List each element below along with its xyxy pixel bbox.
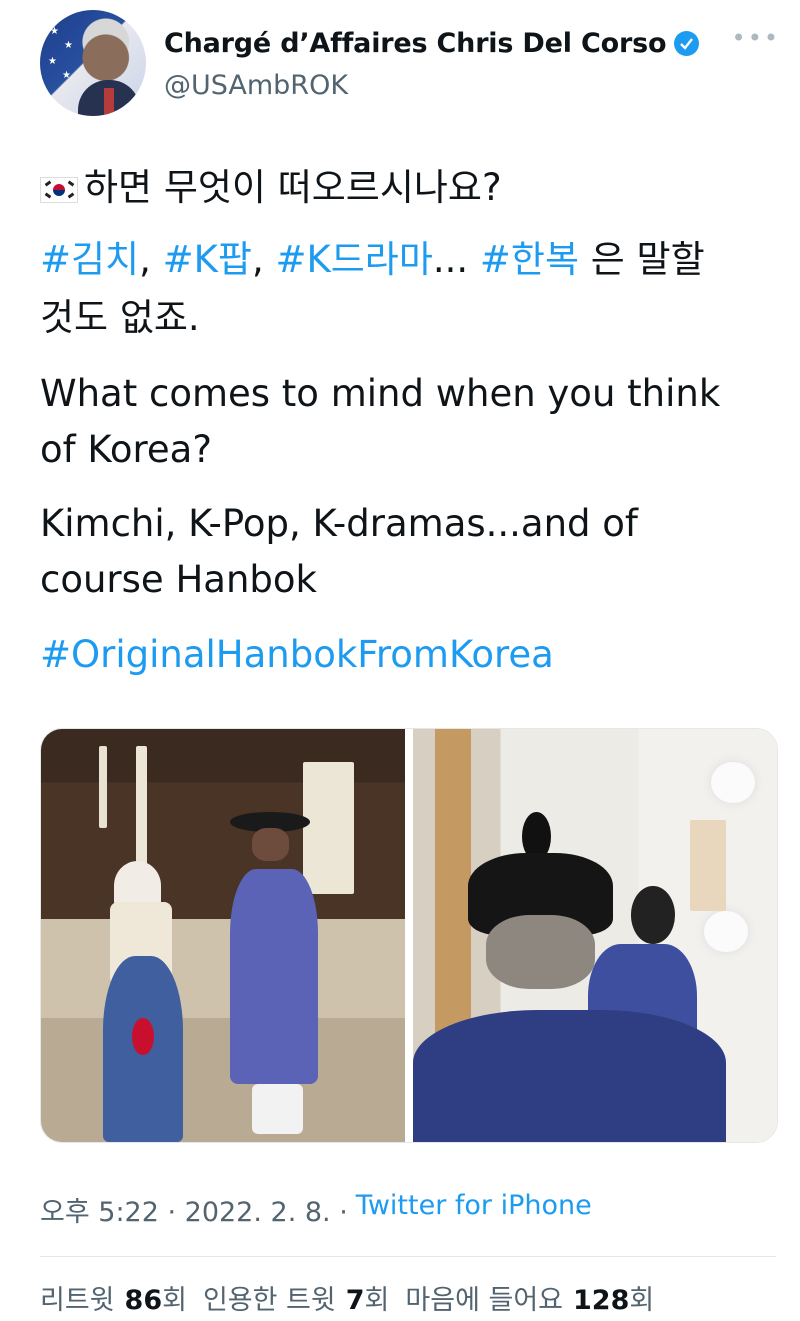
author-name[interactable]: Chargé d’Affaires Chris Del Corso [164,28,667,59]
star-icon: ★ [64,40,73,51]
hashtag-original-hanbok[interactable]: #OriginalHanbokFromKorea [40,633,554,676]
quotes-label[interactable]: 인용한 트윗 [203,1278,336,1317]
tweet-media[interactable] [40,728,778,1143]
author-avatar[interactable]: ★ ★ ★ ★ [40,10,146,116]
photo-hanbok-outdoor[interactable] [41,729,405,1142]
separator: , [139,238,163,281]
author-name-row[interactable]: Chargé d’Affaires Chris Del Corso [164,28,700,59]
hashtag-hanbok[interactable]: #한복 [480,238,579,281]
star-icon: ★ [50,26,59,37]
star-icon: ★ [62,70,71,81]
likes-label[interactable]: 마음에 들어요 [405,1278,563,1317]
retweets-suffix: 회 [162,1285,187,1316]
tweet-final-hashtag: #OriginalHanbokFromKorea [40,627,760,683]
korean-rest: 은 말할 [579,238,705,281]
photo-hanbok-mirror[interactable] [413,729,777,1142]
star-icon: ★ [48,56,57,67]
hashtag-kpop[interactable]: #K팝 [163,238,252,281]
author-handle[interactable]: @USAmbROK [164,70,348,101]
retweets-label[interactable]: 리트윗 [40,1278,115,1317]
verified-badge-icon [674,31,700,56]
korean-question: 하면 무엇이 떠오르시나요? [84,166,502,209]
tweet-header: ★ ★ ★ ★ Chargé d’Affaires Chris Del Cors… [40,10,780,120]
korea-flag-icon [40,176,78,203]
retweets-count[interactable]: 86 [125,1285,163,1316]
tweet-korean-line2: #김치, #K팝, #K드라마... #한복 은 말할 [40,232,760,288]
hashtag-kdrama[interactable]: #K드라마 [275,238,432,281]
hashtag-kimchi[interactable]: #김치 [40,238,139,281]
tweet-english-question: What comes to mind when you think of Kor… [40,372,721,471]
ellipsis: ... [432,238,480,281]
more-dots-icon[interactable]: ••• [732,24,780,52]
tweet-source[interactable]: Twitter for iPhone [356,1190,592,1229]
quotes-count[interactable]: 7 [346,1285,365,1316]
tweet-korean-line1: 하면 무엇이 떠오르시나요? [40,160,760,216]
divider [40,1256,776,1257]
tweet-stats: 리트윗 86 회 인용한 트윗 7 회 마음에 들어요 128 회 [40,1278,654,1317]
separator: , [251,238,276,281]
tweet-timestamp[interactable]: 오후 5:22 · 2022. 2. 8. · [40,1190,348,1229]
tweet-english-answer: Kimchi, K-Pop, K-dramas...and of course … [40,502,638,601]
avatar-tie [104,88,114,116]
likes-count[interactable]: 128 [573,1285,629,1316]
tweet-korean-line3: 것도 없죠. [40,296,200,339]
likes-suffix: 회 [629,1285,655,1316]
tweet-meta: 오후 5:22 · 2022. 2. 8. · Twitter for iPho… [40,1190,592,1229]
quotes-suffix: 회 [364,1285,390,1316]
